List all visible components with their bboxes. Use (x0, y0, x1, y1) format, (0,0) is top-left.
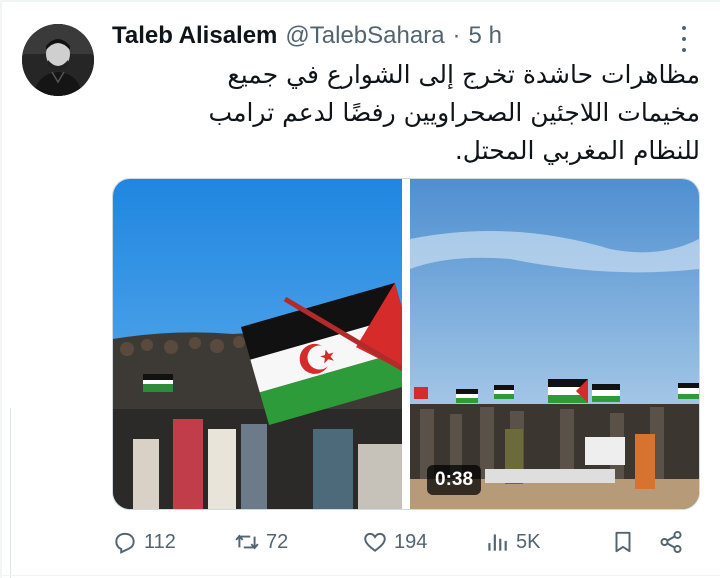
flag-crowd-image (113, 179, 402, 509)
heart-icon (364, 532, 386, 552)
media-grid[interactable]: 0:38 (112, 178, 700, 510)
share-button[interactable] (658, 526, 684, 558)
bookmark-button[interactable] (610, 526, 636, 558)
retweet-button[interactable]: 72 (234, 526, 288, 558)
bottom-divider (0, 575, 720, 576)
more-dot (682, 26, 686, 30)
more-dots-icon[interactable] (676, 26, 692, 52)
reply-icon (115, 532, 135, 554)
left-timeline-line (10, 408, 11, 578)
left-divider (0, 0, 2, 578)
top-divider (0, 0, 720, 2)
views-button[interactable]: 5K (484, 526, 540, 558)
header-separator: · (452, 22, 461, 49)
tweet-actions: 112 72 194 5K (112, 526, 692, 558)
rally-video-image (410, 179, 699, 509)
like-count: 194 (394, 530, 428, 553)
reply-button[interactable]: 112 (112, 526, 176, 558)
tweet-time[interactable]: 5 h (469, 22, 502, 50)
author-handle[interactable]: @TalebSahara (285, 22, 444, 50)
more-dot (682, 48, 686, 52)
retweet-icon (235, 534, 259, 550)
bookmark-icon (615, 531, 631, 553)
media-image-left[interactable] (113, 179, 402, 509)
video-duration-badge: 0:38 (427, 465, 482, 495)
views-icon (488, 534, 507, 551)
retweet-count: 72 (266, 530, 289, 553)
reply-count: 112 (144, 530, 176, 553)
like-button[interactable]: 194 (362, 526, 427, 558)
video-thumbnail[interactable]: 0:38 (410, 179, 699, 509)
avatar[interactable] (22, 24, 94, 96)
share-icon (660, 530, 682, 554)
tweet-header: Taleb Alisalem @TalebSahara · 5 h (112, 22, 502, 52)
author-name[interactable]: Taleb Alisalem (112, 22, 277, 50)
tweet-text: مظاهرات حاشدة تخرج إلى الشوارع في جميع م… (208, 60, 700, 165)
more-dot (682, 37, 686, 41)
views-count: 5K (516, 530, 541, 553)
avatar-image (22, 24, 94, 96)
